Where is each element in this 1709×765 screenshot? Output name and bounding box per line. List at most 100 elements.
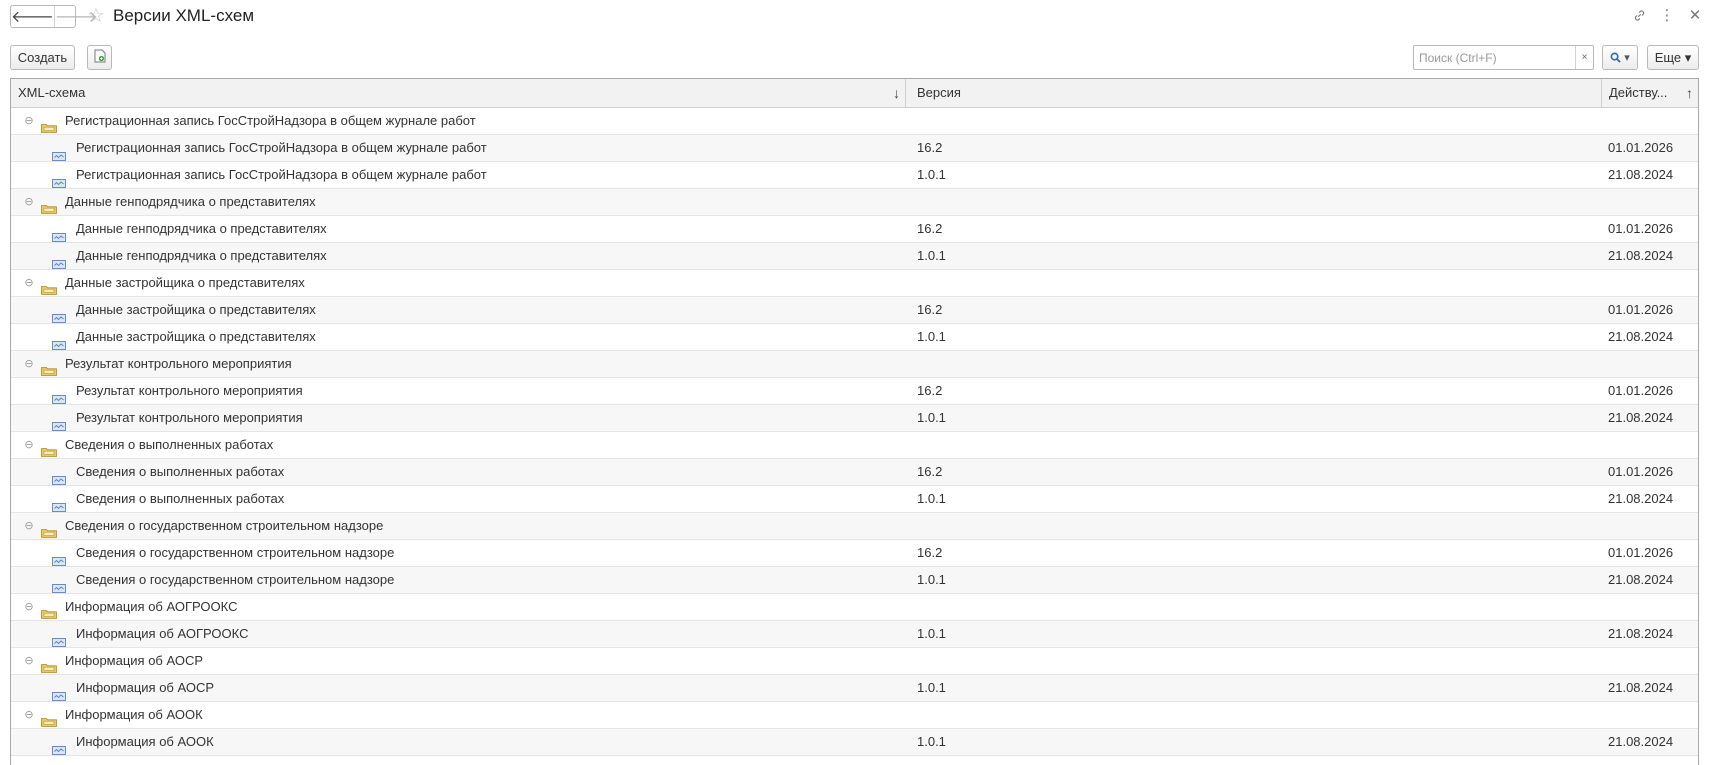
table-group-row[interactable]: ⊖ Результат контрольного мероприятия: [11, 351, 1698, 378]
collapse-icon[interactable]: ⊖: [23, 277, 35, 289]
cell-schema: Результат контрольного мероприятия: [52, 405, 303, 431]
link-icon[interactable]: [1625, 6, 1653, 24]
cell-version: 16.2: [917, 464, 943, 479]
cell-version: 16.2: [917, 383, 943, 398]
save-document-icon: [94, 49, 106, 66]
table-row[interactable]: Данные застройщика о представителях 16.2 0…: [11, 297, 1698, 324]
favorite-star-icon[interactable]: ☆: [87, 5, 105, 27]
collapse-icon[interactable]: ⊖: [23, 520, 35, 532]
cell-schema: Данные генподрядчика о представителях: [52, 243, 327, 269]
cell-effective-date: 21.08.2024: [1608, 410, 1674, 425]
schema-item-icon: [52, 387, 66, 404]
cell-version: 1.0.1: [917, 626, 946, 641]
schema-name: Информация об АООК: [65, 707, 203, 722]
table-group-row[interactable]: ⊖ Сведения о государственном строительном…: [11, 513, 1698, 540]
cell-schema: ⊖ Сведения о выполненных работах: [23, 432, 273, 458]
collapse-icon[interactable]: ⊖: [23, 196, 35, 208]
cell-effective-date: 01.01.2026: [1608, 383, 1674, 398]
cell-version: 16.2: [917, 221, 943, 236]
collapse-icon[interactable]: ⊖: [23, 601, 35, 613]
table-row[interactable]: Информация об АОСР 1.0.1 21.08.2024: [11, 675, 1698, 702]
cell-version: 1.0.1: [917, 329, 946, 344]
table-row[interactable]: Сведения о государственном строительном …: [11, 567, 1698, 594]
cell-schema: ⊖ Информация об АОСР: [23, 648, 203, 674]
magnifier-icon: [1610, 52, 1621, 63]
save-button[interactable]: [87, 45, 112, 70]
cell-effective-date: 21.08.2024: [1608, 491, 1674, 506]
close-icon[interactable]: ✕: [1681, 6, 1709, 24]
table-group-row[interactable]: ⊖ Информация об АООК: [11, 702, 1698, 729]
schema-name: Регистрационная запись ГосСтройНадзора в…: [76, 167, 487, 182]
clear-search-icon[interactable]: ×: [1575, 46, 1593, 69]
page-title: Версии XML-схем: [113, 6, 255, 25]
table-row[interactable]: Данные застройщика о представителях 1.0.1…: [11, 324, 1698, 351]
schema-name: Информация об АООК: [76, 734, 214, 749]
cell-version: 16.2: [917, 140, 943, 155]
table-row[interactable]: Сведения о выполненных работах 1.0.1 21.08…: [11, 486, 1698, 513]
collapse-icon[interactable]: ⊖: [23, 655, 35, 667]
cell-schema: ⊖ Сведения о государственном строительном…: [23, 513, 383, 539]
schema-name: Данные генподрядчика о представителях: [76, 248, 327, 263]
folder-icon: [41, 359, 57, 376]
create-button[interactable]: Создать: [10, 45, 75, 70]
schema-item-icon: [52, 738, 66, 755]
sort-descending-icon: ↓: [893, 85, 900, 101]
cell-effective-date: 21.08.2024: [1608, 680, 1674, 695]
cell-version: 1.0.1: [917, 248, 946, 263]
column-header-schema[interactable]: XML-схема ↓: [11, 79, 906, 107]
cell-schema: Регистрационная запись ГосСтройНадзора в…: [52, 135, 487, 161]
cell-effective-date: 01.01.2026: [1608, 140, 1674, 155]
cell-schema: Регистрационная запись ГосСтройНадзора в…: [52, 162, 487, 188]
collapse-icon[interactable]: ⊖: [23, 709, 35, 721]
cell-schema: Информация об АОГРООКС: [52, 621, 248, 647]
table-group-row[interactable]: ⊖ Данные застройщика о представителях: [11, 270, 1698, 297]
cell-schema: ⊖ Данные застройщика о представителях: [23, 270, 305, 296]
table-row[interactable]: Регистрационная запись ГосСтройНадзора в…: [11, 162, 1698, 189]
table-group-row[interactable]: ⊖ Сведения о выполненных работах: [11, 432, 1698, 459]
search-input[interactable]: [1414, 46, 1575, 69]
table-group-row[interactable]: ⊖ Информация об АОГРООКС: [11, 594, 1698, 621]
table-row[interactable]: Информация об АОГРООКС 1.0.1 21.08.2024: [11, 621, 1698, 648]
schema-name: Данные застройщика о представителях: [76, 302, 316, 317]
table-row[interactable]: Данные генподрядчика о представителях 16.…: [11, 216, 1698, 243]
table-row[interactable]: Данные генподрядчика о представителях 1.0…: [11, 243, 1698, 270]
collapse-icon[interactable]: ⊖: [23, 115, 35, 127]
cell-schema: ⊖ Регистрационная запись ГосСтройНадзора …: [23, 108, 476, 134]
table-row[interactable]: Регистрационная запись ГосСтройНадзора в…: [11, 135, 1698, 162]
window-controls: ⋮ ✕: [1625, 6, 1709, 24]
cell-schema: Информация об АООК: [52, 729, 214, 755]
cell-version: 1.0.1: [917, 410, 946, 425]
search-field[interactable]: ×: [1413, 45, 1594, 70]
cell-schema: Информация об АОСР: [52, 675, 214, 701]
schema-item-icon: [52, 171, 66, 188]
schema-name: Сведения о государственном строительном …: [76, 572, 395, 587]
collapse-icon[interactable]: ⊖: [23, 439, 35, 451]
table-row[interactable]: Результат контрольного мероприятия 1.0.1 2…: [11, 405, 1698, 432]
sort-ascending-icon: ↑: [1686, 85, 1693, 101]
schema-name: Данные застройщика о представителях: [76, 329, 316, 344]
back-arrow-icon[interactable]: 🡐: [11, 6, 54, 27]
table-group-row[interactable]: ⊖ Регистрационная запись ГосСтройНадзора …: [11, 108, 1698, 135]
table-row[interactable]: Сведения о выполненных работах 16.2 01.01.…: [11, 459, 1698, 486]
column-header-effective[interactable]: Действу... ↑: [1602, 79, 1698, 107]
table-row[interactable]: Сведения о государственном строительном …: [11, 540, 1698, 567]
column-header-version[interactable]: Версия: [910, 79, 1602, 107]
collapse-icon[interactable]: ⊖: [23, 358, 35, 370]
folder-icon: [41, 521, 57, 538]
schema-name: Данные генподрядчика о представителях: [76, 221, 327, 236]
schema-name: Данные генподрядчика о представителях: [65, 194, 316, 209]
table-group-row[interactable]: ⊖ Информация об АОСР: [11, 648, 1698, 675]
schema-name: Информация об АОГРООКС: [76, 626, 249, 641]
table-body: ⊖ Регистрационная запись ГосСтройНадзора …: [11, 108, 1698, 756]
schema-item-icon: [52, 495, 66, 512]
table-row[interactable]: Информация об АООК 1.0.1 21.08.2024: [11, 729, 1698, 756]
more-vertical-icon[interactable]: ⋮: [1653, 6, 1681, 24]
table-row[interactable]: Результат контрольного мероприятия 16.2 01…: [11, 378, 1698, 405]
table-group-row[interactable]: ⊖ Данные генподрядчика о представителях: [11, 189, 1698, 216]
cell-version: 1.0.1: [917, 572, 946, 587]
schema-item-icon: [52, 684, 66, 701]
search-button[interactable]: ▾: [1602, 45, 1638, 70]
more-button[interactable]: Еще ▾: [1647, 45, 1699, 70]
cell-schema: Данные застройщика о представителях: [52, 324, 316, 350]
cell-version: 1.0.1: [917, 680, 946, 695]
